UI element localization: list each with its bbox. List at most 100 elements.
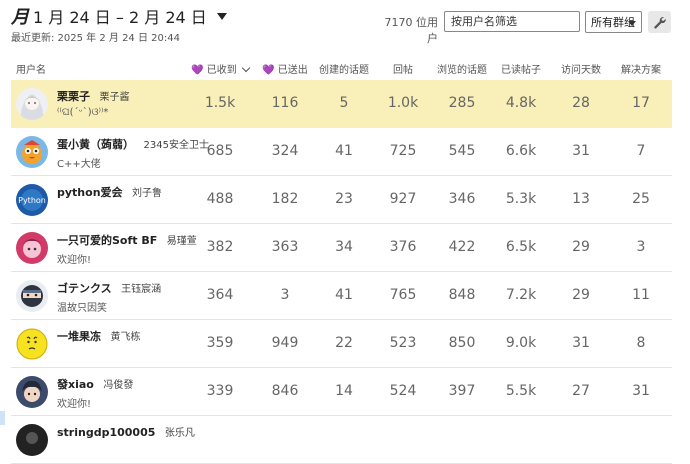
cell-solutions: 7 <box>636 143 646 159</box>
real-name: 王钰宸涵 <box>121 284 162 295</box>
cell-sent: 116 <box>271 95 299 111</box>
cell-topics-created: 23 <box>335 191 353 207</box>
col-topics-viewed[interactable]: 浏览的话题 <box>432 61 492 76</box>
heart-icon: 💜 <box>191 65 204 76</box>
col-posts-read[interactable]: 已读帖子 <box>491 61 551 76</box>
cell-days-visited: 31 <box>572 335 590 351</box>
user-title: 欢迎你! <box>57 255 92 266</box>
username-link[interactable]: 一只可爱的Soft BF <box>57 234 157 247</box>
group-select[interactable]: 所有群组 <box>585 11 642 33</box>
avatar[interactable] <box>16 88 48 120</box>
user-info: ゴテンクス 王钰宸涵 温故只因笑 <box>57 280 161 314</box>
cell-received: 1.5k <box>204 95 236 111</box>
table-row: 栗栗子 栗子酱 ⁽⁽ଘ(ˊᵕˋ)ଓ⁾⁾* 1.5k 116 5 1.0k 285 4.8k… <box>11 80 672 128</box>
cell-days-visited: 29 <box>572 239 590 255</box>
wrench-icon <box>654 16 666 29</box>
table-row: 蛋小黄（蒟蒻） 2345安全卫士 C++大佬 685 324 41 725 545 6.6… <box>11 128 672 176</box>
username-link[interactable]: 蛋小黄（蒟蒻） <box>57 138 134 151</box>
period-selector[interactable]: 月 1 月 24 日 – 2 月 24 日 <box>11 4 227 28</box>
period-range: 1 月 24 日 – 2 月 24 日 <box>33 8 207 27</box>
cell-posts-read: 5.3k <box>505 191 537 207</box>
user-info: 栗栗子 栗子酱 ⁽⁽ଘ(ˊᵕˋ)ଓ⁾⁾* <box>57 88 130 118</box>
user-title: 温故只因笑 <box>57 303 107 314</box>
real-name: 黄飞栋 <box>110 332 141 343</box>
table-row: 一堆果冻 黄飞栋 359 949 22 523 850 9.0k 31 8 <box>11 320 672 368</box>
cell-sent: 363 <box>271 239 299 255</box>
user-info: stringdp100005 张乐凡 <box>57 424 195 442</box>
avatar[interactable] <box>16 328 48 360</box>
user-info: 蛋小黄（蒟蒻） 2345安全卫士 C++大佬 <box>57 136 209 170</box>
last-updated: 最近更新: 2025 年 2 月 24 日 20:44 <box>11 33 180 44</box>
username-link[interactable]: 栗栗子 <box>57 90 90 103</box>
cell-posts-read: 6.6k <box>505 143 537 159</box>
username-filter-input[interactable] <box>444 11 580 32</box>
avatar[interactable] <box>16 424 48 456</box>
col-topics-created[interactable]: 创建的话题 <box>314 61 374 76</box>
cell-topics-viewed: 422 <box>448 239 476 255</box>
real-name: 张乐凡 <box>164 428 195 439</box>
cell-days-visited: 27 <box>572 383 590 399</box>
avatar[interactable] <box>16 280 48 312</box>
col-username[interactable]: 用户名 <box>16 61 46 76</box>
username-link[interactable]: stringdp100005 <box>57 426 155 439</box>
cell-topics-viewed: 397 <box>448 383 476 399</box>
table-header: 用户名 💜 已收到 💜 已送出 创建的话题 回帖 浏览的话题 已读帖子 访问天数 解… <box>0 58 690 78</box>
table-row: 發xiao 冯俊發 欢迎你! 339 846 14 524 397 5.5k 27 31 <box>11 368 672 416</box>
cell-topics-viewed: 285 <box>448 95 476 111</box>
user-title: C++大佬 <box>57 159 101 170</box>
table-row: ゴテンクス 王钰宸涵 温故只因笑 364 3 41 765 848 7.2k 29 11 <box>11 272 672 320</box>
cell-posts-read: 9.0k <box>505 335 537 351</box>
col-solutions[interactable]: 解决方案 <box>611 61 671 76</box>
cell-replies: 524 <box>389 383 417 399</box>
cell-replies: 725 <box>389 143 417 159</box>
cell-solutions: 25 <box>632 191 650 207</box>
cell-topics-created: 41 <box>335 143 353 159</box>
username-link[interactable]: 一堆果冻 <box>57 330 101 343</box>
user-info: python爱会 刘子鲁 <box>57 184 162 203</box>
cell-days-visited: 13 <box>572 191 590 207</box>
user-count: 7170 位用户 <box>384 16 439 45</box>
cell-replies: 927 <box>389 191 417 207</box>
user-title: 欢迎你! <box>57 399 92 410</box>
cell-sent: 949 <box>271 335 299 351</box>
cell-received: 364 <box>206 287 234 303</box>
col-sent[interactable]: 💜 已送出 <box>255 61 315 76</box>
cell-days-visited: 29 <box>572 287 590 303</box>
cell-solutions: 3 <box>636 239 646 255</box>
cell-received: 382 <box>206 239 234 255</box>
wrench-button[interactable] <box>648 11 671 33</box>
col-sent-label: 已送出 <box>277 65 308 76</box>
username-link[interactable]: 發xiao <box>57 378 94 391</box>
avatar[interactable] <box>16 376 48 408</box>
col-received[interactable]: 💜 已收到 <box>190 61 250 76</box>
cell-replies: 1.0k <box>387 95 419 111</box>
table-row: 一只可爱的Soft BF 易瑾萱 欢迎你! 382 363 34 376 422 6.5k… <box>11 224 672 272</box>
user-info: 一只可爱的Soft BF 易瑾萱 欢迎你! <box>57 232 197 266</box>
table-row: Python python爱会 刘子鲁 488 182 23 927 346 5.3k 13… <box>11 176 672 224</box>
cell-solutions: 8 <box>636 335 646 351</box>
avatar[interactable] <box>16 136 48 168</box>
cell-topics-created: 22 <box>335 335 353 351</box>
cell-solutions: 17 <box>632 95 650 111</box>
username-link[interactable]: python爱会 <box>57 186 123 199</box>
real-name: 栗子酱 <box>99 92 130 103</box>
cell-solutions: 11 <box>632 287 650 303</box>
user-info: 發xiao 冯俊發 欢迎你! <box>57 376 133 410</box>
cell-topics-viewed: 850 <box>448 335 476 351</box>
col-days-visited[interactable]: 访问天数 <box>551 61 611 76</box>
username-link[interactable]: ゴテンクス <box>57 282 112 295</box>
table-row: stringdp100005 张乐凡 <box>11 416 672 464</box>
caret-down-icon[interactable] <box>216 12 227 20</box>
cell-posts-read: 6.5k <box>505 239 537 255</box>
cell-received: 359 <box>206 335 234 351</box>
cell-replies: 765 <box>389 287 417 303</box>
col-replies[interactable]: 回帖 <box>373 61 433 76</box>
user-title: ⁽⁽ଘ(ˊᵕˋ)ଓ⁾⁾* <box>57 107 109 118</box>
cell-days-visited: 28 <box>572 95 590 111</box>
cell-days-visited: 31 <box>572 143 590 159</box>
cell-posts-read: 7.2k <box>505 287 537 303</box>
avatar[interactable]: Python <box>16 184 48 216</box>
cell-solutions: 31 <box>632 383 650 399</box>
svg-text:Python: Python <box>18 196 46 205</box>
avatar[interactable] <box>16 232 48 264</box>
